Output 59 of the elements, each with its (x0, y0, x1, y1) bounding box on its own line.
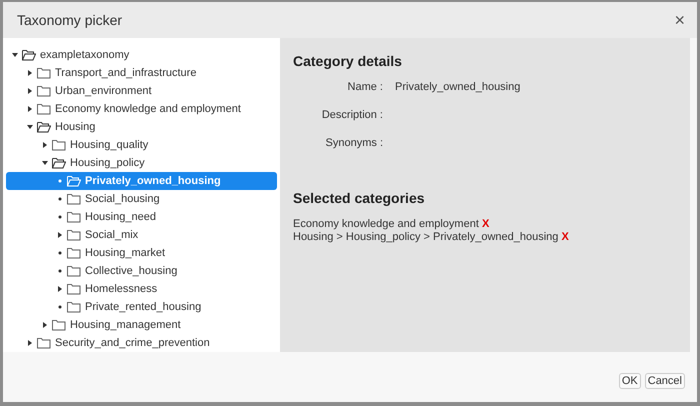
remove-link[interactable]: X (482, 218, 490, 230)
tree-item[interactable]: Housing (55, 121, 96, 133)
tree-item[interactable]: Housing_need (85, 211, 156, 223)
collapse-caret-icon[interactable] (42, 160, 48, 166)
expand-caret-icon[interactable] (57, 286, 63, 292)
tree-item[interactable]: Housing_quality (70, 139, 148, 151)
open-folder-icon (52, 157, 66, 169)
field-label: Name : (346, 81, 383, 93)
tree-item[interactable]: Social_housing (85, 193, 160, 205)
folder-icon (37, 85, 51, 97)
folder-icon (67, 283, 81, 295)
tree-item[interactable]: Homelessness (85, 283, 158, 295)
folder-icon (37, 103, 51, 115)
tree-item[interactable]: Economy knowledge and employment (55, 103, 241, 115)
field-label: Description : (320, 109, 383, 121)
tree-item[interactable]: Security_and_crime_prevention (55, 337, 210, 349)
folder-icon (67, 211, 81, 223)
tree-item[interactable]: Housing_policy (70, 157, 145, 169)
selected-tree-row[interactable]: Privately_owned_housing (6, 172, 277, 190)
category-path: Economy knowledge and employment (293, 218, 479, 230)
window-title: Taxonomy picker (17, 12, 122, 28)
category-path: Housing > Housing_policy > Privately_owned_housing (293, 231, 558, 243)
expand-caret-icon[interactable] (27, 88, 33, 94)
folder-icon (67, 265, 81, 277)
expand-caret-icon[interactable] (42, 322, 48, 328)
tree-item[interactable]: Private_rented_housing (85, 301, 202, 313)
section-heading: Selected categories (293, 190, 426, 206)
collapse-caret-icon[interactable] (27, 124, 33, 130)
folder-icon (37, 67, 51, 79)
tree-item[interactable]: Social_mix (85, 229, 138, 241)
expand-caret-icon[interactable] (57, 232, 63, 238)
tree-item[interactable]: Transport_and_infrastructure (55, 67, 196, 79)
open-folder-icon (67, 175, 81, 187)
folder-icon (52, 319, 66, 331)
tree-item[interactable]: Housing_market (85, 247, 166, 259)
expand-caret-icon[interactable] (42, 142, 48, 148)
folder-icon (37, 337, 51, 349)
tree-item[interactable]: Collective_housing (85, 265, 178, 277)
folder-icon (67, 301, 81, 313)
section-heading: Category details (293, 53, 403, 69)
open-folder-icon (37, 121, 51, 133)
expand-caret-icon[interactable] (27, 106, 33, 112)
ok-button[interactable]: OK (618, 373, 641, 389)
field-label: Synonyms : (324, 137, 383, 149)
cancel-button[interactable]: Cancel (644, 373, 685, 389)
expand-caret-icon[interactable] (27, 70, 33, 76)
open-folder-icon (22, 49, 36, 61)
field-value: Privately_owned_housing (395, 81, 522, 93)
close-button[interactable]: × (674, 11, 685, 29)
folder-icon (67, 229, 81, 241)
tree-item[interactable]: Housing_management (70, 319, 181, 331)
folder-icon (52, 139, 66, 151)
folder-icon (67, 247, 81, 259)
tree-item[interactable]: Urban_environment (55, 85, 152, 97)
tree-item[interactable]: exampletaxonomy (40, 49, 130, 61)
folder-icon (67, 193, 81, 205)
expand-caret-icon[interactable] (27, 340, 33, 346)
collapse-caret-icon[interactable] (12, 52, 18, 58)
remove-link[interactable]: X (561, 231, 569, 243)
